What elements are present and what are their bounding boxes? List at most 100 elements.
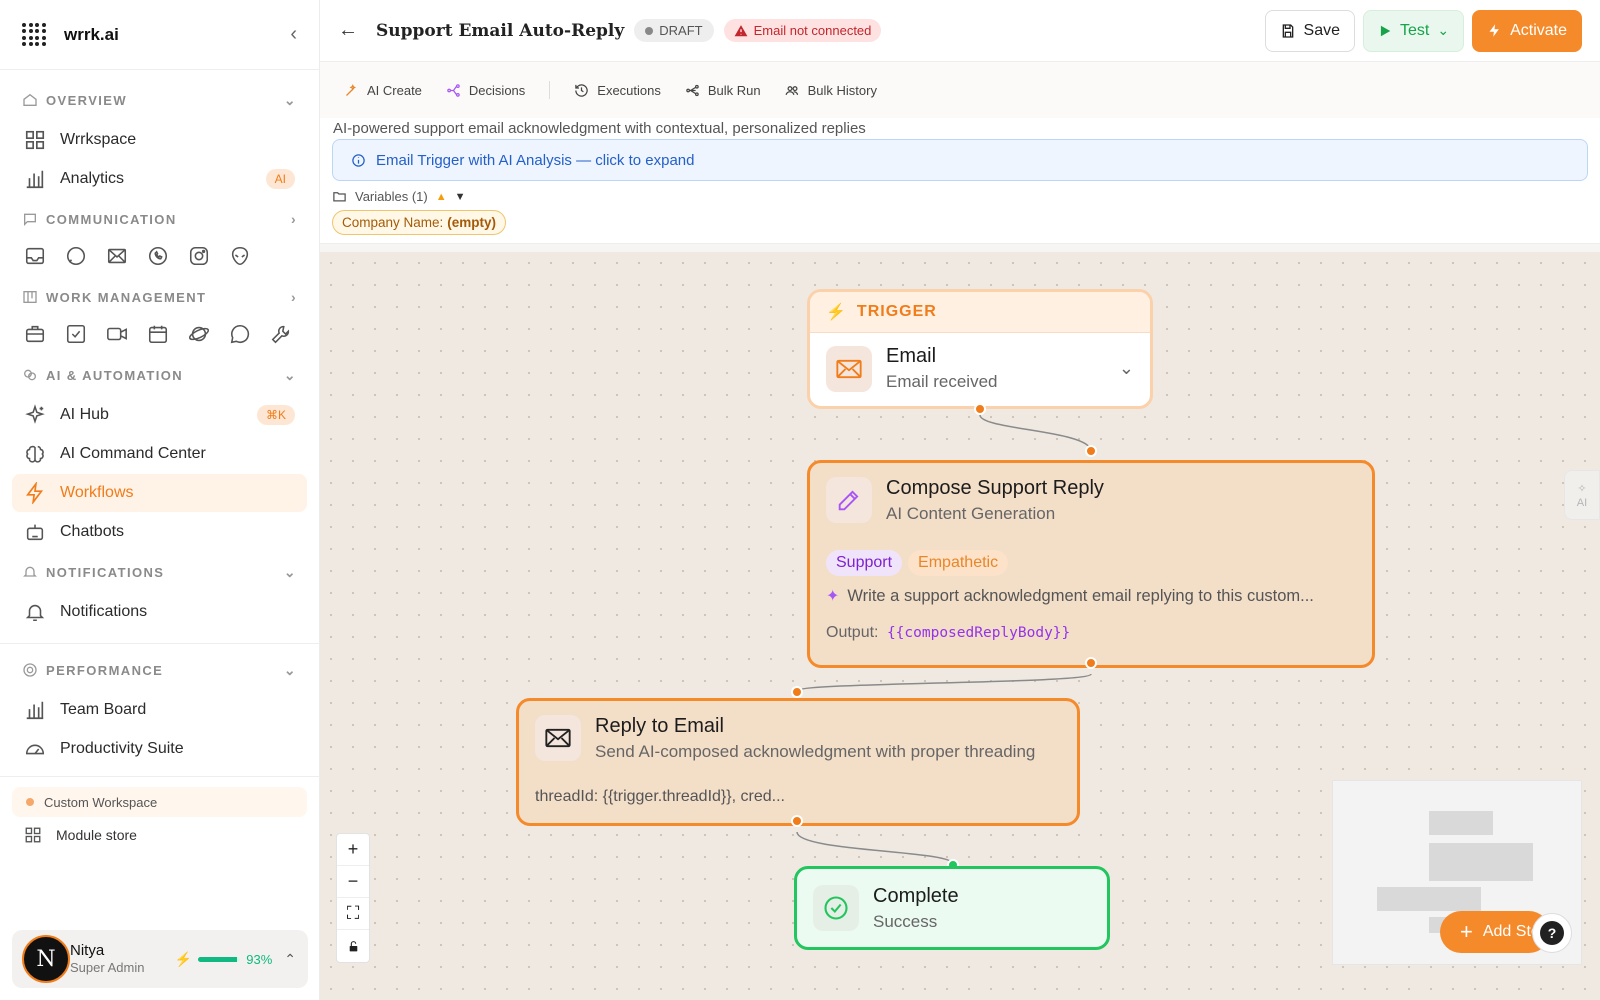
- chevron-down-icon[interactable]: ⌄: [1119, 358, 1134, 379]
- chevron-down-icon: ⌄: [283, 563, 297, 580]
- sidebar-item-ai-hub[interactable]: AI Hub ⌘K: [12, 396, 307, 434]
- zoom-controls: + − ⛶: [336, 833, 370, 963]
- warning-badge[interactable]: Email not connected: [723, 19, 882, 42]
- warning-label: Email not connected: [753, 23, 872, 38]
- user-card[interactable]: N Nitya Super Admin ⚡ 93% ⌃: [12, 930, 308, 988]
- sidebar-item-workflows[interactable]: Workflows: [12, 474, 307, 512]
- section-performance-label: PERFORMANCE: [46, 662, 164, 678]
- fit-view-icon[interactable]: ⛶: [337, 898, 369, 930]
- bulk-run-tool[interactable]: Bulk Run: [685, 83, 761, 98]
- pencil-icon: [826, 477, 872, 523]
- custom-workspace-label: Custom Workspace: [44, 794, 158, 810]
- help-icon: ?: [1540, 921, 1564, 945]
- trigger-node[interactable]: ⚡ TRIGGER Email Email received ⌄: [807, 289, 1153, 409]
- compose-subtitle: AI Content Generation: [886, 504, 1056, 523]
- activate-button[interactable]: Activate: [1472, 9, 1582, 52]
- check-circle-icon: [813, 885, 859, 931]
- alien-icon[interactable]: [229, 245, 251, 267]
- trigger-header: ⚡ TRIGGER: [810, 292, 1150, 333]
- sidebar-item-productivity-suite[interactable]: Productivity Suite: [12, 730, 307, 768]
- brain-icon: [26, 445, 44, 463]
- variable-chip[interactable]: Company Name: (empty): [332, 210, 507, 235]
- zoom-out-icon[interactable]: −: [337, 866, 369, 898]
- bar-chart-icon: [26, 701, 44, 720]
- chevron-down-icon: ⌄: [283, 366, 297, 383]
- instagram-icon[interactable]: [188, 245, 210, 267]
- compose-title: Compose Support Reply: [886, 477, 1104, 499]
- chevron-down-icon: ⌄: [283, 661, 297, 678]
- section-ai-automation[interactable]: AI & AUTOMATION ⌄: [0, 355, 319, 395]
- chat-bubble-icon[interactable]: [65, 245, 87, 267]
- workflow-title: Support Email Auto-Reply: [376, 20, 625, 41]
- triangle-down-icon: ▼: [454, 190, 466, 203]
- trigger-output-port[interactable]: [974, 403, 986, 415]
- reply-output-port[interactable]: [791, 815, 803, 827]
- back-arrow-icon[interactable]: ←: [338, 19, 358, 42]
- comment-icon[interactable]: [229, 323, 251, 345]
- decisions-tool[interactable]: Decisions: [446, 83, 525, 98]
- collapse-sidebar-icon[interactable]: ‹: [290, 23, 297, 46]
- output-label: Output:: [826, 624, 879, 641]
- bell-icon: [23, 566, 37, 577]
- checkbox-icon[interactable]: [65, 323, 87, 345]
- compose-prompt: ✦ Write a support acknowledgment email r…: [826, 586, 1356, 606]
- chevron-up-icon[interactable]: ⌃: [284, 951, 296, 968]
- custom-workspace-item[interactable]: Custom Workspace: [12, 787, 307, 817]
- ai-create-tool[interactable]: AI Create: [344, 83, 422, 98]
- whatsapp-icon[interactable]: [147, 245, 169, 267]
- reply-params: threadId: {{trigger.threadId}}, cred...: [535, 788, 785, 805]
- output-variable: {{composedReplyBody}}: [886, 625, 1071, 641]
- tag-support: Support: [826, 550, 903, 576]
- sidebar-item-wrrkspace[interactable]: Wrrkspace: [12, 121, 307, 159]
- compose-node[interactable]: Compose Support Reply AI Content Generat…: [807, 460, 1375, 668]
- sidebar-item-label: AI Command Center: [60, 445, 206, 462]
- sidebar-item-team-board[interactable]: Team Board: [12, 691, 307, 729]
- inbox-icon[interactable]: [24, 245, 46, 267]
- executions-tool[interactable]: Executions: [574, 83, 661, 98]
- briefcase-icon[interactable]: [24, 323, 46, 345]
- module-store-item[interactable]: Module store: [0, 817, 319, 853]
- ai-side-tab[interactable]: ✧ AI: [1564, 470, 1600, 520]
- history-icon: [575, 83, 589, 97]
- help-button[interactable]: ?: [1532, 913, 1572, 953]
- sidebar-item-notifications[interactable]: Notifications: [12, 593, 307, 631]
- minimap-node: [1429, 843, 1533, 881]
- sidebar-item-label: Wrrkspace: [60, 131, 137, 148]
- save-button[interactable]: Save: [1264, 9, 1355, 52]
- complete-node[interactable]: Complete Success: [794, 866, 1110, 950]
- sidebar-item-ai-command-center[interactable]: AI Command Center: [12, 435, 307, 473]
- video-icon[interactable]: [106, 323, 128, 345]
- wrench-icon[interactable]: [270, 323, 292, 345]
- sidebar-item-label: Chatbots: [60, 523, 125, 540]
- section-communication[interactable]: COMMUNICATION ›: [0, 199, 319, 239]
- sparkle-icon: ✦: [826, 588, 840, 605]
- test-button[interactable]: Test ⌄: [1363, 9, 1465, 52]
- section-work-management[interactable]: WORK MANAGEMENT ›: [0, 277, 319, 317]
- section-notifications[interactable]: NOTIFICATIONS ⌄: [0, 552, 319, 592]
- zoom-in-icon[interactable]: +: [337, 834, 369, 866]
- workflow-info-panel: AI-powered support email acknowledgment …: [320, 118, 1600, 244]
- lock-icon[interactable]: [337, 930, 369, 962]
- calendar-icon[interactable]: [147, 323, 169, 345]
- workflow-canvas[interactable]: ⚡ TRIGGER Email Email received ⌄ Compose…: [320, 252, 1600, 1000]
- trigger-summary-expander[interactable]: Email Trigger with AI Analysis — click t…: [332, 139, 1588, 181]
- section-overview[interactable]: OVERVIEW ⌄: [0, 80, 319, 120]
- ai-badge: AI: [265, 169, 295, 189]
- compose-output-port[interactable]: [1085, 657, 1097, 669]
- section-performance[interactable]: PERFORMANCE ⌄: [0, 650, 319, 690]
- trigger-header-label: TRIGGER: [856, 303, 937, 320]
- bulk-history-tool[interactable]: Bulk History: [785, 83, 877, 98]
- energy-meter: ⚡ 93%: [175, 951, 272, 968]
- divider: [0, 776, 319, 777]
- mail-icon[interactable]: [106, 245, 128, 267]
- compose-input-port[interactable]: [1085, 445, 1097, 457]
- tag-empathetic: Empathetic: [908, 550, 1009, 576]
- variables-toggle[interactable]: Variables (1) ▲ ▼: [332, 189, 1588, 204]
- sidebar-item-analytics[interactable]: Analytics AI: [12, 160, 307, 198]
- planet-icon[interactable]: [188, 323, 210, 345]
- play-icon: [1380, 25, 1391, 36]
- reply-node[interactable]: Reply to Email Send AI-composed acknowle…: [516, 698, 1080, 826]
- reply-input-port[interactable]: [791, 686, 803, 698]
- grid-icon: [25, 130, 45, 150]
- sidebar-item-chatbots[interactable]: Chatbots: [12, 513, 307, 551]
